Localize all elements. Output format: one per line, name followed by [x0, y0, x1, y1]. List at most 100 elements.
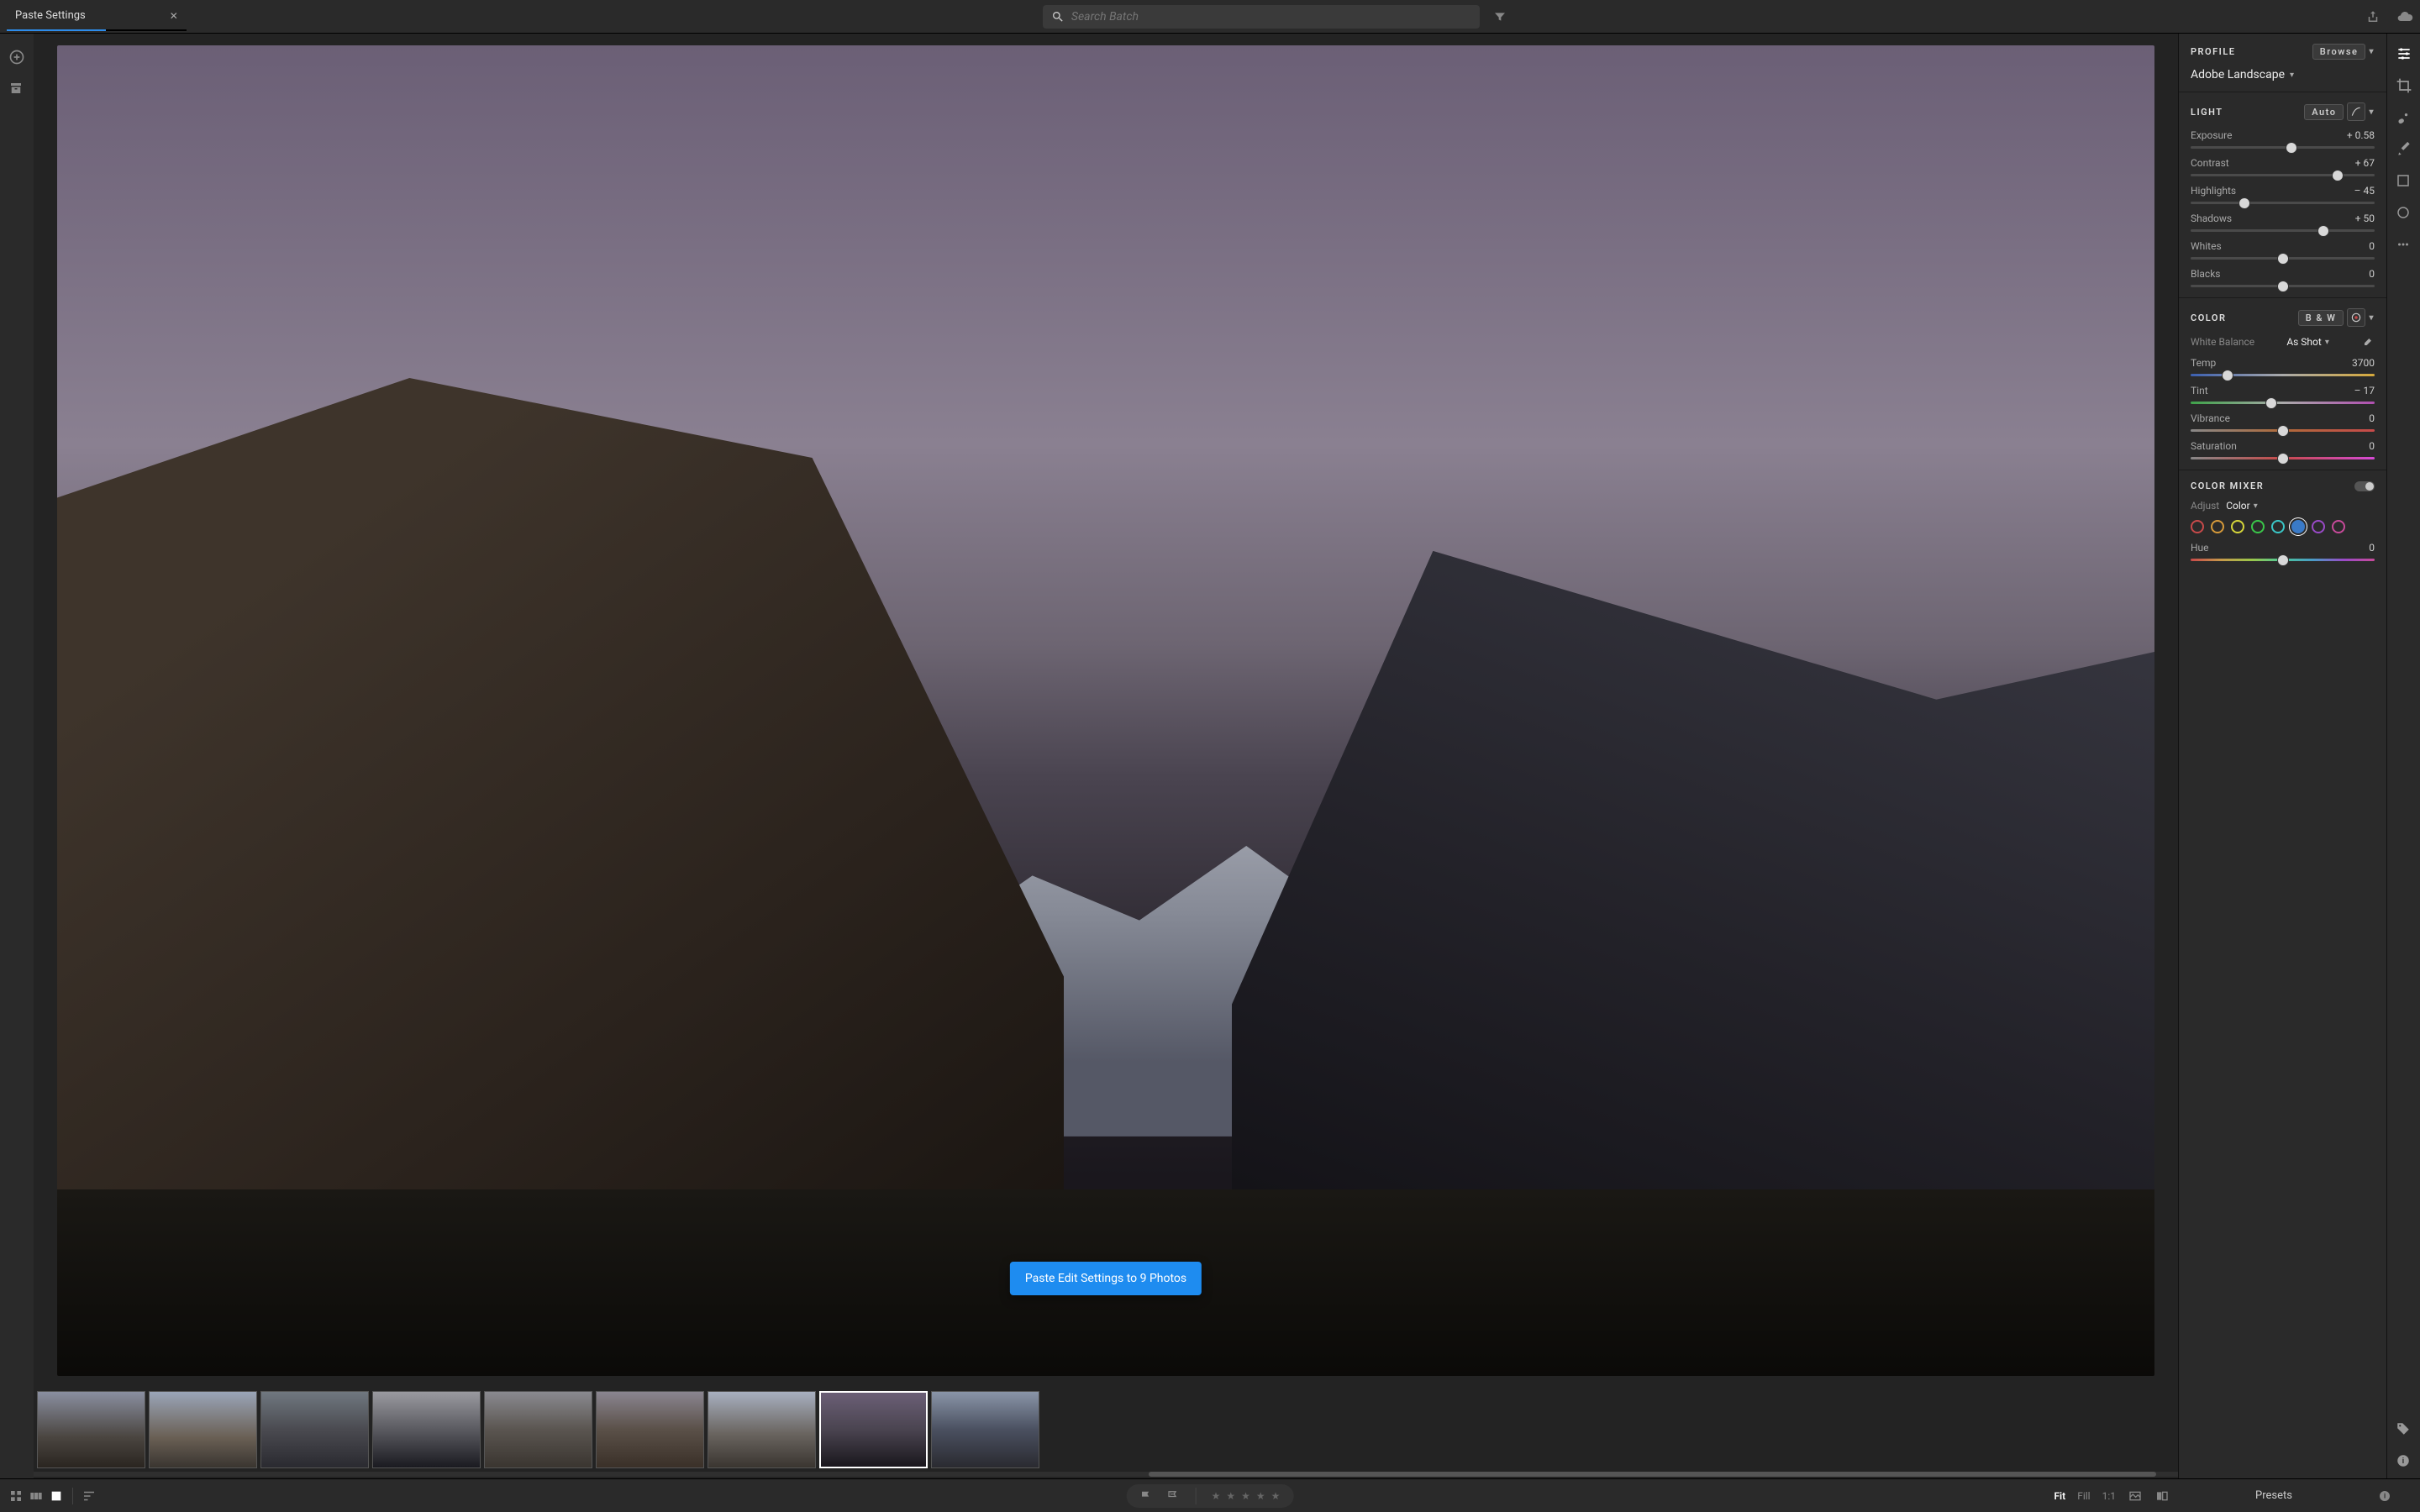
- top-bar: Paste Settings ✕: [0, 0, 2420, 34]
- blacks-slider[interactable]: Blacks0: [2191, 268, 2375, 287]
- more-icon[interactable]: [2396, 237, 2412, 254]
- filmstrip[interactable]: [34, 1388, 2178, 1470]
- before-after-icon[interactable]: [2154, 1488, 2170, 1504]
- star-rating[interactable]: ★ ★ ★ ★ ★: [1212, 1490, 1282, 1502]
- color-swatch[interactable]: [2271, 520, 2285, 533]
- linear-gradient-icon[interactable]: [2396, 173, 2412, 190]
- sort-icon[interactable]: [82, 1488, 97, 1504]
- hue-slider-value: 0: [2369, 542, 2375, 554]
- add-icon[interactable]: [8, 49, 25, 66]
- show-original-icon[interactable]: [2128, 1488, 2143, 1504]
- profile-menu-chevron-icon[interactable]: ▾: [2369, 47, 2375, 56]
- color-swatch[interactable]: [2251, 520, 2265, 533]
- bw-button[interactable]: B & W: [2298, 310, 2344, 326]
- hue-slider[interactable]: Hue 0: [2191, 542, 2375, 561]
- color-swatch[interactable]: [2191, 520, 2204, 533]
- white-balance-selector[interactable]: As Shot ▾: [2286, 336, 2329, 348]
- crop-icon[interactable]: [2396, 77, 2412, 94]
- tag-icon[interactable]: [2396, 1421, 2412, 1438]
- blacks-slider-label: Blacks: [2191, 268, 2220, 280]
- contrast-slider[interactable]: Contrast+ 67: [2191, 157, 2375, 176]
- filmstrip-thumb[interactable]: [708, 1391, 816, 1468]
- document-tab[interactable]: Paste Settings ✕: [7, 0, 187, 33]
- filmstrip-thumb[interactable]: [596, 1391, 704, 1468]
- color-swatch[interactable]: [2211, 520, 2224, 533]
- presets-panel-label[interactable]: Presets: [2170, 1489, 2378, 1502]
- search-input[interactable]: [1071, 10, 1471, 24]
- flag-reject-icon[interactable]: [1165, 1488, 1181, 1504]
- adjust-selector[interactable]: Color ▾: [2226, 500, 2258, 512]
- detail-view-icon[interactable]: [49, 1488, 64, 1504]
- color-section: COLOR B & W ▾ White Balance As Shot ▾: [2179, 298, 2386, 470]
- color-swatch[interactable]: [2291, 520, 2305, 533]
- chevron-down-icon: ▾: [2254, 501, 2258, 511]
- color-menu-chevron-icon[interactable]: ▾: [2369, 313, 2375, 323]
- filmstrip-scrollbar[interactable]: [34, 1470, 2178, 1478]
- highlights-slider[interactable]: Highlights– 45: [2191, 185, 2375, 204]
- adjust-label: Adjust: [2191, 500, 2219, 512]
- exposure-slider-label: Exposure: [2191, 129, 2232, 141]
- light-section-label: LIGHT: [2191, 107, 2223, 118]
- shadows-slider[interactable]: Shadows+ 50: [2191, 213, 2375, 232]
- share-icon[interactable]: [2365, 8, 2381, 25]
- zoom-fit-button[interactable]: Fit: [2054, 1490, 2065, 1502]
- color-swatch[interactable]: [2312, 520, 2325, 533]
- color-mixer-toggle[interactable]: [2354, 481, 2375, 491]
- radial-gradient-icon[interactable]: [2396, 205, 2412, 222]
- profile-selector[interactable]: Adobe Landscape ▾: [2191, 68, 2375, 81]
- filmstrip-thumb[interactable]: [484, 1391, 592, 1468]
- color-swatch[interactable]: [2332, 520, 2345, 533]
- light-menu-chevron-icon[interactable]: ▾: [2369, 108, 2375, 117]
- vibrance-slider[interactable]: Vibrance0: [2191, 412, 2375, 432]
- white-balance-label: White Balance: [2191, 336, 2254, 348]
- zoom-1-1-button[interactable]: 1:1: [2102, 1490, 2116, 1502]
- filmstrip-thumb[interactable]: [931, 1391, 1039, 1468]
- info-toggle-icon[interactable]: i: [2378, 1489, 2412, 1503]
- canvas-area[interactable]: Paste Edit Settings to 9 Photos: [34, 34, 2178, 1388]
- saturation-slider[interactable]: Saturation0: [2191, 440, 2375, 459]
- color-swatch[interactable]: [2231, 520, 2244, 533]
- exposure-slider[interactable]: Exposure+ 0.58: [2191, 129, 2375, 149]
- brush-icon[interactable]: [2396, 141, 2412, 158]
- filmstrip-thumb[interactable]: [149, 1391, 257, 1468]
- white-balance-value: As Shot: [2286, 336, 2322, 348]
- edit-sliders-icon[interactable]: [2396, 45, 2412, 62]
- search-field[interactable]: [1043, 5, 1480, 29]
- profile-name: Adobe Landscape: [2191, 68, 2285, 81]
- whites-slider-value: 0: [2369, 240, 2375, 252]
- color-wheel-icon[interactable]: [2347, 308, 2365, 327]
- tab-progress-bar: [7, 29, 106, 31]
- eyedropper-icon[interactable]: [2361, 335, 2375, 349]
- filmstrip-thumb[interactable]: [372, 1391, 481, 1468]
- tint-slider[interactable]: Tint– 17: [2191, 385, 2375, 404]
- light-section: LIGHT Auto ▾ Exposure+ 0.58 Contrast+ 67 H…: [2179, 92, 2386, 298]
- grid-view-icon[interactable]: [8, 1488, 24, 1504]
- cloud-sync-icon[interactable]: [2396, 8, 2413, 25]
- filmstrip-thumb[interactable]: [37, 1391, 145, 1468]
- filmstrip-thumb[interactable]: [260, 1391, 369, 1468]
- highlights-slider-value: – 45: [2354, 185, 2375, 197]
- whites-slider[interactable]: Whites0: [2191, 240, 2375, 260]
- flag-pick-icon[interactable]: [1139, 1488, 1154, 1504]
- tone-curve-icon[interactable]: [2347, 102, 2365, 121]
- color-mixer-section: COLOR MIXER Adjust Color ▾ Hue 0: [2179, 470, 2386, 571]
- close-tab-icon[interactable]: ✕: [170, 10, 178, 22]
- filter-icon[interactable]: [1491, 8, 1508, 25]
- left-rail: [0, 34, 34, 1478]
- info-icon[interactable]: i: [2396, 1453, 2412, 1470]
- profile-section: PROFILE Browse ▾ Adobe Landscape ▾: [2179, 34, 2386, 92]
- compare-view-icon[interactable]: [29, 1488, 44, 1504]
- saturation-slider-label: Saturation: [2191, 440, 2237, 452]
- contrast-slider-label: Contrast: [2191, 157, 2229, 169]
- browse-profiles-button[interactable]: Browse: [2312, 44, 2366, 60]
- healing-brush-icon[interactable]: [2396, 109, 2412, 126]
- tab-title: Paste Settings: [15, 9, 86, 22]
- filmstrip-thumb[interactable]: [819, 1391, 928, 1468]
- archive-icon[interactable]: [8, 81, 25, 97]
- edit-panel: PROFILE Browse ▾ Adobe Landscape ▾ LIGHT…: [2178, 34, 2386, 1478]
- profile-section-label: PROFILE: [2191, 46, 2236, 57]
- auto-light-button[interactable]: Auto: [2304, 104, 2344, 120]
- zoom-fill-button[interactable]: Fill: [2077, 1490, 2090, 1502]
- temp-slider[interactable]: Temp3700: [2191, 357, 2375, 376]
- right-tool-rail: i: [2386, 34, 2420, 1478]
